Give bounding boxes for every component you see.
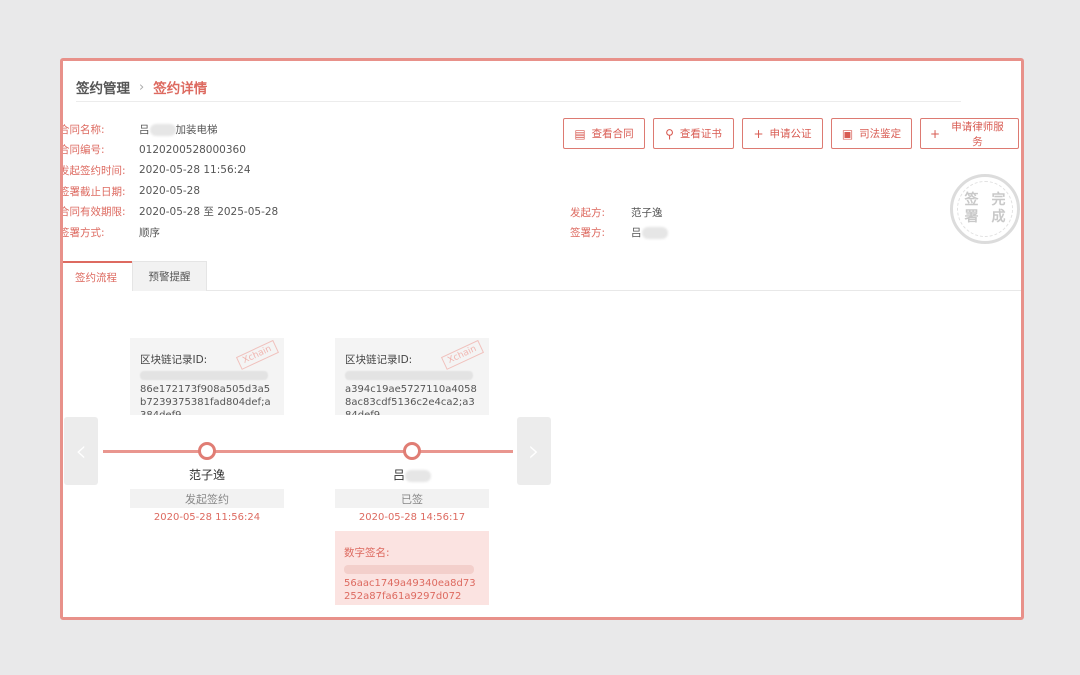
signed-complete-stamp: 签署 完成 — [950, 174, 1020, 244]
parties: 发起方: 范子逸 签署方: 吕 — [570, 202, 668, 243]
tab-bar: 签约流程 预警提醒 — [63, 261, 1021, 291]
step-time: 2020-05-28 14:56:17 — [358, 512, 466, 523]
info-value: 2020-05-28 至 2025-05-28 — [139, 206, 279, 219]
info-row-contract-number: 合同编号: 0120200528000360 — [60, 140, 278, 161]
chevron-right-icon: › — [528, 433, 540, 469]
redacted-mark — [344, 565, 474, 574]
digital-signature-card: 数字签名: 56aac1749a49340ea8d73252a87fa61a92… — [335, 531, 489, 605]
party-row-signer: 签署方: 吕 — [570, 223, 668, 244]
contract-detail-panel: 签约管理 › 签约详情 合同名称: 吕 加装电梯 合同编号: 0120200528… — [60, 58, 1024, 620]
plus-icon: + — [930, 126, 941, 141]
prev-arrow-button[interactable]: ‹ — [64, 417, 98, 485]
redacted-mark — [149, 123, 176, 136]
view-contract-button[interactable]: ▤ 查看合同 — [563, 118, 645, 149]
breadcrumb-separator-icon: › — [139, 79, 145, 95]
info-row-validity: 合同有效期限: 2020-05-28 至 2025-05-28 — [60, 201, 279, 222]
redacted-mark — [345, 371, 473, 380]
blockchain-record-card: 区块链记录ID: a394c19ae5727110a40588ac83cdf51… — [335, 338, 489, 415]
plus-icon: + — [753, 126, 764, 141]
action-bar: ▤ 查看合同 ⚲ 查看证书 + 申请公证 ▣ 司法鉴定 + 申请律师服务 — [563, 118, 1019, 149]
step-name: 范子逸 — [188, 468, 225, 482]
info-row-start-time: 发起签约时间: 2020-05-28 11:56:24 — [60, 160, 278, 181]
blockchain-record-card: 区块链记录ID: 86e172173f908a505d3a5b723937538… — [130, 338, 284, 415]
button-label: 司法鉴定 — [859, 128, 902, 140]
info-value: 0120200528000360 — [139, 143, 246, 156]
info-label: 合同编号: — [60, 144, 105, 157]
timeline-node — [403, 442, 421, 460]
initiator-value: 范子逸 — [631, 206, 663, 219]
tab-signing-process[interactable]: 签约流程 — [63, 261, 132, 291]
document-icon: ▤ — [574, 126, 586, 141]
lawyer-service-button[interactable]: + 申请律师服务 — [920, 118, 1019, 149]
button-label: 申请律师服务 — [951, 120, 1004, 148]
info-row-contract-name: 合同名称: 吕 加装电梯 — [60, 119, 278, 140]
stamp-line-1: 签署 — [964, 192, 979, 225]
stamp-text: 签署 完成 — [957, 181, 1013, 237]
button-label: 查看证书 — [679, 128, 722, 140]
info-label: 签署截止日期: — [60, 185, 126, 198]
next-arrow-button[interactable]: › — [517, 417, 551, 485]
stamp-line-2: 完成 — [991, 192, 1006, 225]
breadcrumb-current: 签约详情 — [153, 81, 208, 97]
info-value: 2020-05-28 11:56:24 — [139, 164, 251, 177]
apply-notarization-button[interactable]: + 申请公证 — [742, 118, 823, 149]
info-label: 发起签约时间: — [60, 164, 126, 177]
info-label: 签署方式: — [60, 226, 105, 239]
chevron-left-icon: ‹ — [75, 433, 87, 469]
party-row-initiator: 发起方: 范子逸 — [570, 202, 668, 223]
initiator-label: 发起方: — [570, 206, 606, 219]
signature-title: 数字签名: — [344, 547, 390, 559]
contract-info: 合同名称: 吕 加装电梯 合同编号: 0120200528000360 发起签约时… — [60, 119, 279, 243]
info-label: 合同名称: — [60, 123, 105, 136]
tab-warning-reminder[interactable]: 预警提醒 — [132, 261, 207, 291]
blockchain-hash: 86e172173f908a505d3a5b7239375381fad804de… — [140, 384, 271, 415]
view-certificate-button[interactable]: ⚲ 查看证书 — [653, 118, 734, 149]
breadcrumb: 签约管理 › 签约详情 — [76, 75, 207, 99]
signer-label: 签署方: — [570, 227, 606, 240]
divider — [76, 101, 961, 102]
signer-value: 吕 — [631, 225, 668, 240]
signature-hash: 56aac1749a49340ea8d73252a87fa61a9297d072 — [344, 578, 476, 602]
redacted-mark — [405, 469, 431, 482]
step-time: 2020-05-28 11:56:24 — [153, 512, 261, 523]
step-status: 已签 — [335, 489, 489, 508]
timeline-node — [198, 442, 216, 460]
info-value: 吕 加装电梯 — [139, 122, 218, 137]
signer-name: 吕 — [631, 227, 642, 240]
blockchain-hash: a394c19ae5727110a40588ac83cdf5136c2e4ca2… — [345, 384, 477, 415]
certificate-icon: ▣ — [841, 126, 854, 141]
info-row-deadline: 签署截止日期: 2020-05-28 — [60, 181, 278, 202]
contract-name-suffix: 加装电梯 — [175, 123, 218, 136]
step-status: 发起签约 — [130, 489, 284, 508]
button-label: 申请公证 — [769, 128, 812, 140]
info-row-sign-method: 签署方式: 顺序 — [60, 222, 278, 243]
breadcrumb-root-link[interactable]: 签约管理 — [76, 77, 130, 97]
info-value: 顺序 — [139, 226, 160, 239]
button-label: 查看合同 — [591, 128, 634, 140]
contract-name-prefix: 吕 — [139, 123, 150, 136]
redacted-mark — [641, 227, 668, 240]
redacted-mark — [140, 371, 268, 380]
step-name-text: 吕 — [392, 468, 405, 482]
search-icon: ⚲ — [665, 126, 674, 141]
info-value: 2020-05-28 — [139, 185, 201, 198]
timeline-line — [103, 450, 513, 453]
judicial-appraisal-button[interactable]: ▣ 司法鉴定 — [831, 118, 912, 149]
step-name: 吕 — [335, 466, 489, 483]
info-label: 合同有效期限: — [60, 206, 126, 219]
